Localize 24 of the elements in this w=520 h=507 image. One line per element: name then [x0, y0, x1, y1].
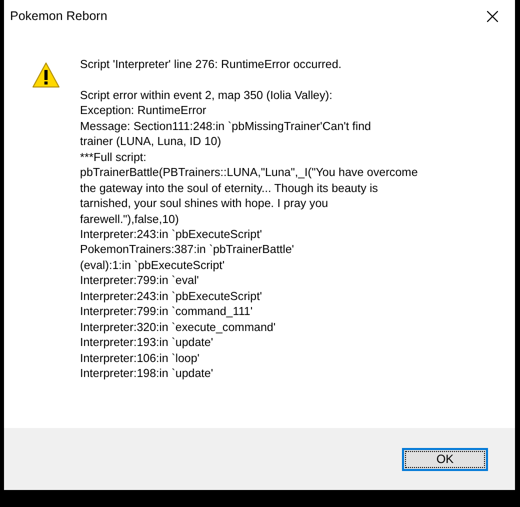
warning-icon [32, 62, 60, 88]
error-line: ***Full script: [80, 150, 148, 166]
error-line: PokemonTrainers:387:in `pbTrainerBattle' [80, 242, 296, 258]
error-line: Exception: RuntimeError [80, 103, 208, 119]
error-line: the gateway into the soul of eternity... Though its beauty is [80, 180, 379, 196]
error-line: farewell."),false,10) [80, 212, 180, 227]
error-line: Interpreter:198:in `update' [80, 366, 214, 382]
error-line: Interpreter:106:in `loop' [80, 350, 201, 366]
error-line: trainer (LUNA, Luna, ID 10) [80, 134, 222, 150]
error-line: Script error within event 2, map 350 (Iolia Valley): [80, 88, 334, 104]
error-line: Interpreter:243:in `pbExecuteScript' [80, 288, 264, 304]
error-line: Interpreter:799:in `eval' [80, 273, 200, 289]
error-line: Interpreter:243:in `pbExecuteScript' [80, 226, 264, 242]
close-icon [486, 10, 498, 22]
error-line: pbTrainerBattle(PBTrainers::LUNA,"Luna",_I("You have overcome [80, 165, 418, 181]
error-line: Interpreter:193:in `update' [80, 335, 214, 351]
error-line: Interpreter:799:in `command_111' [80, 304, 254, 320]
error-line: (eval):1:in `pbExecuteScript' [80, 258, 226, 274]
error-line: tarnished, your soul shines with hope. I pray you [80, 196, 330, 212]
error-heading: Script 'Interpreter' line 276: RuntimeError occurred. [80, 57, 343, 72]
ok-button[interactable]: OK [402, 448, 488, 470]
error-line: Message: Section111:248:in `pbMissingTrainer'Can't find [80, 118, 372, 134]
window-title: Pokemon Reborn [10, 9, 108, 23]
error-line: Interpreter:320:in `execute_command' [80, 320, 277, 336]
